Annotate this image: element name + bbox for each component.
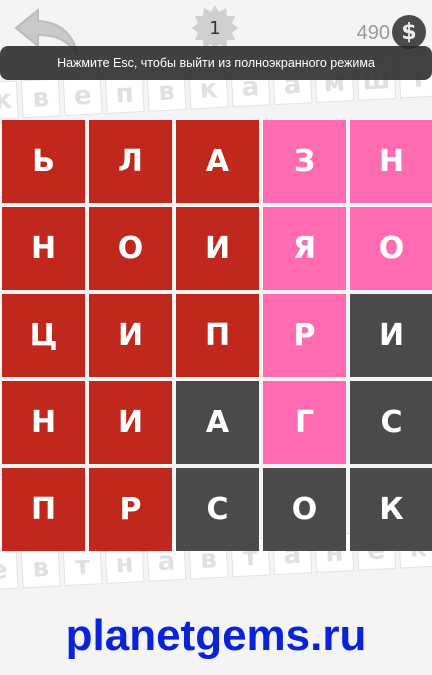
background-letter-tile: ж — [0, 80, 19, 121]
background-letter-tile: п — [104, 74, 145, 114]
level-number: 1 — [209, 17, 221, 39]
letter-grid: ЬЛАЗННОИЯОЦИПРИНИАГСПРСОК — [2, 120, 432, 551]
letter-cell[interactable]: А — [176, 381, 259, 464]
coin-count: 490 — [356, 22, 390, 44]
fullscreen-notice: Нажмите Esc, чтобы выйти из полноэкранно… — [0, 46, 432, 80]
letter-cell[interactable]: И — [89, 381, 172, 464]
background-letter-tile: в — [20, 78, 61, 119]
letter-cell[interactable]: Ь — [2, 120, 85, 203]
letter-cell[interactable]: Ц — [2, 294, 85, 377]
letter-cell[interactable]: Г — [263, 381, 346, 464]
letter-cell[interactable]: И — [350, 294, 432, 377]
letter-cell[interactable]: О — [350, 207, 432, 290]
background-letter-tile: в — [20, 548, 61, 589]
letter-cell[interactable]: Н — [2, 381, 85, 464]
background-letter-tile: е — [0, 550, 19, 591]
letter-cell[interactable]: Р — [263, 294, 346, 377]
dollar-coin-icon[interactable]: $ — [392, 15, 426, 49]
background-letter-tile: т — [62, 546, 103, 587]
letter-cell[interactable]: О — [89, 207, 172, 290]
watermark: planetgems.ru — [65, 611, 367, 660]
letter-cell[interactable]: С — [176, 468, 259, 551]
game-header: 1 490 $ Нажмите Esc, чтобы выйти из полн… — [0, 0, 432, 80]
letter-cell[interactable]: З — [263, 120, 346, 203]
letter-cell[interactable]: Л — [89, 120, 172, 203]
letter-cell[interactable]: А — [176, 120, 259, 203]
letter-cell[interactable]: О — [263, 468, 346, 551]
letter-cell[interactable]: П — [176, 294, 259, 377]
letter-cell[interactable]: Н — [2, 207, 85, 290]
letter-cell[interactable]: Я — [263, 207, 346, 290]
letter-cell[interactable]: С — [350, 381, 432, 464]
letter-cell[interactable]: Н — [350, 120, 432, 203]
level-badge: 1 — [191, 4, 239, 52]
background-letter-tile: е — [62, 76, 103, 117]
letter-cell[interactable]: П — [2, 468, 85, 551]
letter-cell[interactable]: К — [350, 468, 432, 551]
letter-cell[interactable]: И — [176, 207, 259, 290]
letter-cell[interactable]: Р — [89, 468, 172, 551]
letter-cell[interactable]: И — [89, 294, 172, 377]
